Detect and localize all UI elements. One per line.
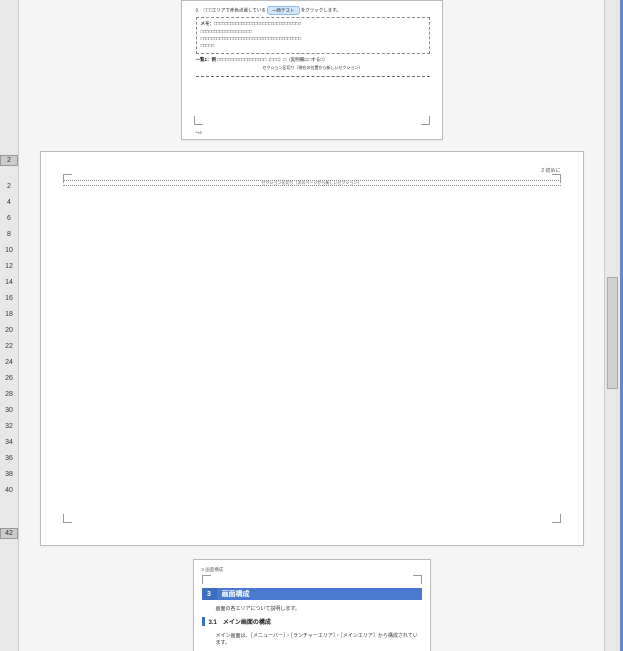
crop-mark <box>552 514 561 523</box>
ruler-tick: 22 <box>0 338 18 354</box>
crop-mark <box>194 116 203 125</box>
section-break-label: セクション区切り（現在の位置から新しいセクション） <box>196 65 430 71</box>
caption-label: 一覧1：例 <box>196 57 217 62</box>
page-header-right: 2 初めに <box>541 167 560 174</box>
ruler-tick: 36 <box>0 450 18 466</box>
inline-badge: 一時テスト <box>267 6 300 15</box>
ruler-tick: 16 <box>0 290 18 306</box>
ruler-tick: 12 <box>0 258 18 274</box>
page-canvas[interactable]: 3. □□□エリアで赤色点滅している 一時テスト をクリックします。 メモ：□□… <box>19 0 604 651</box>
section-break-text: セクション区切り（次のページから新しいセクション） <box>262 180 362 186</box>
vertical-ruler[interactable]: 2 2 4 6 8 10 12 14 16 18 20 22 24 26 28 … <box>0 0 19 651</box>
document-view: 2 2 4 6 8 10 12 14 16 18 20 22 24 26 28 … <box>0 0 623 651</box>
body-paragraph: メイン画面は、［メニューバー］・［ランチャーエリア］・［メインエリア］から構成さ… <box>216 632 422 646</box>
crop-mark <box>421 116 430 125</box>
ruler-tick: 2 <box>0 178 18 194</box>
section-break <box>196 76 430 77</box>
ruler-margin-bottom[interactable]: 42 <box>0 528 18 539</box>
crop-mark <box>202 575 211 584</box>
section-break-band: セクション区切り（次のページから新しいセクション） <box>63 180 561 186</box>
step-text-suffix: をクリックします。 <box>301 8 341 13</box>
ruler-tick: 32 <box>0 418 18 434</box>
ruler-tick: 6 <box>0 210 18 226</box>
ruler-tick: 34 <box>0 434 18 450</box>
crop-mark <box>413 575 422 584</box>
ruler-tick: 26 <box>0 370 18 386</box>
page-1[interactable]: 3. □□□エリアで赤色点滅している 一時テスト をクリックします。 メモ：□□… <box>181 0 443 140</box>
memo-text: □□□□□□□□□□□□□□□□□□□ <box>201 29 425 34</box>
section-heading: 3.1 メイン画面の構成 <box>202 617 422 626</box>
ruler-tick: 38 <box>0 466 18 482</box>
chapter-number: 3 <box>202 588 217 600</box>
crop-mark <box>552 174 561 183</box>
memo-text: □□□□□□□□□□□□□□□□□□□□□□□□□□□□□□□□ <box>214 21 301 26</box>
page-3[interactable]: 3 画面構成 3 画面構成 画面の各エリアについて説明します。 3.1 メイン画… <box>193 559 431 651</box>
ruler-tick: 40 <box>0 482 18 498</box>
memo-text: □□□□□□□□□□□□□□□□□□□□□□□□□□□□□□□□□□□□□ <box>201 36 425 41</box>
ruler-tick: 24 <box>0 354 18 370</box>
crop-mark <box>63 174 72 183</box>
page-footer-left: ↪4 <box>196 130 202 136</box>
page-header-left: 3 画面構成 <box>202 567 422 573</box>
ruler-tick: 14 <box>0 274 18 290</box>
ruler-tick: 18 <box>0 306 18 322</box>
chapter-title: 画面構成 <box>217 588 422 600</box>
scrollbar-thumb[interactable] <box>607 277 618 389</box>
vertical-scrollbar[interactable] <box>604 0 620 651</box>
memo-text: □□□□□ <box>201 43 425 48</box>
memo-box: メモ：□□□□□□□□□□□□□□□□□□□□□□□□□□□□□□□□ □□□□… <box>196 17 430 54</box>
ruler-tick: 28 <box>0 386 18 402</box>
memo-label: メモ： <box>201 21 215 26</box>
ruler-tick: 10 <box>0 242 18 258</box>
ruler-tick: 4 <box>0 194 18 210</box>
step-text: 3. □□□エリアで赤色点滅している <box>196 8 266 13</box>
page-2[interactable]: 2 初めに セクション区切り（次のページから新しいセクション） <box>40 151 584 546</box>
ruler-tick: 20 <box>0 322 18 338</box>
ruler-margin-top[interactable]: 2 <box>0 155 18 166</box>
crop-mark <box>63 514 72 523</box>
ruler-tick: 8 <box>0 226 18 242</box>
chapter-lead: 画面の各エリアについて説明します。 <box>216 605 300 612</box>
ruler-tick: 30 <box>0 402 18 418</box>
caption-text: □□□□□□□□□□□□□□□□□□（□□□）□（実例欄に□する□） <box>217 57 327 62</box>
